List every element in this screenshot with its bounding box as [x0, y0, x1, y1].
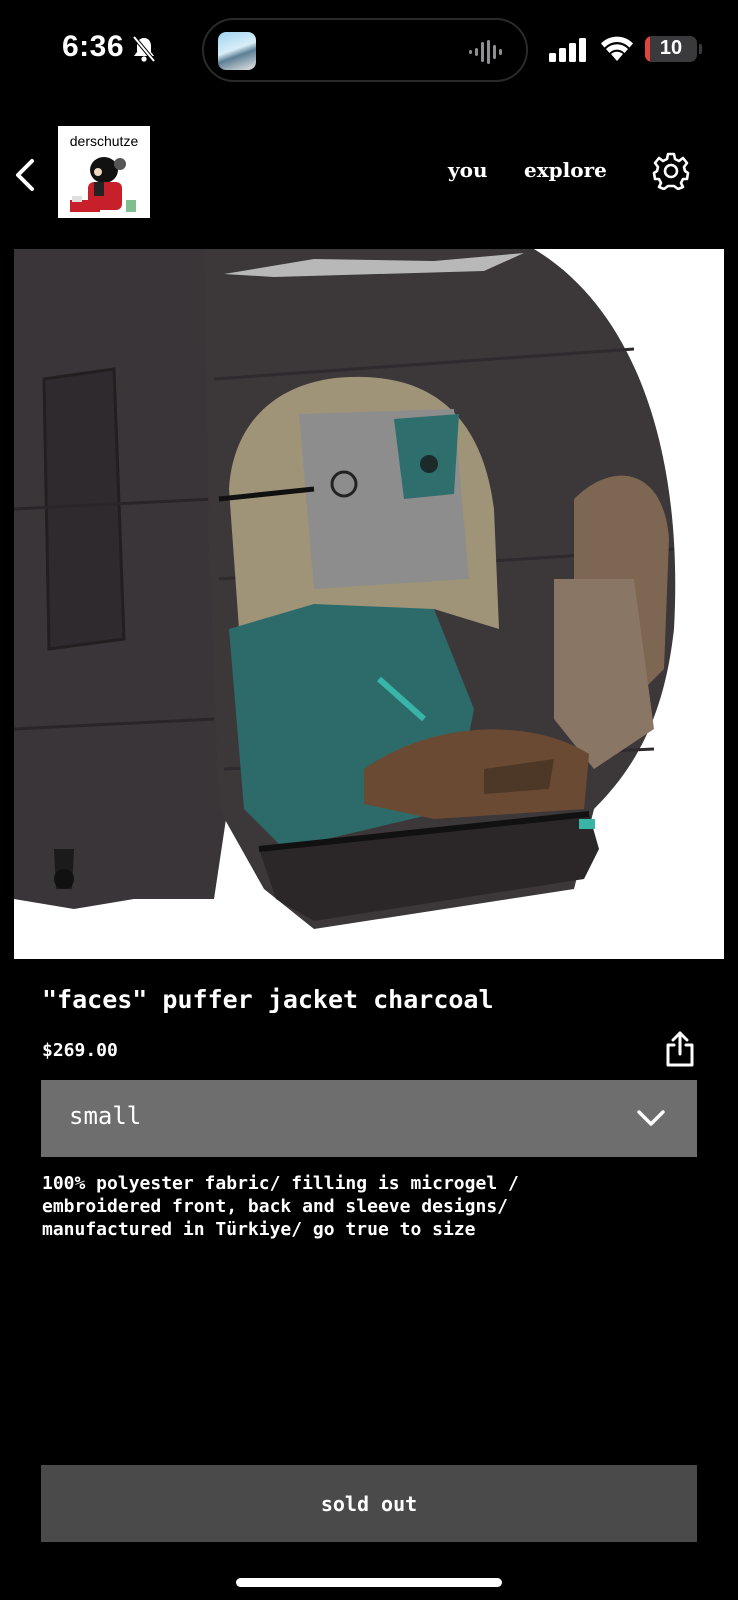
nav-explore-link[interactable]: explore: [524, 158, 607, 182]
product-image[interactable]: [14, 249, 724, 959]
share-icon[interactable]: [664, 1030, 696, 1068]
chevron-down-icon: [637, 1110, 665, 1126]
home-indicator[interactable]: [236, 1578, 502, 1587]
cellular-signal-icon: [549, 38, 586, 62]
bell-slash-icon: [132, 36, 156, 62]
wifi-icon: [601, 36, 633, 61]
size-select[interactable]: small: [41, 1080, 697, 1157]
product-price: $269.00: [42, 1040, 118, 1061]
store-logo[interactable]: derschutze: [58, 126, 150, 218]
waveform-icon: [469, 40, 502, 64]
gear-icon[interactable]: [652, 152, 690, 190]
status-bar: 6:36 10: [0, 0, 738, 100]
battery-percent: 10: [659, 37, 683, 59]
dynamic-island[interactable]: [202, 18, 528, 82]
product-title: "faces" puffer jacket charcoal: [42, 985, 494, 1014]
jacket-sleeve-illustration: [14, 249, 724, 959]
battery-cap: [699, 44, 702, 54]
status-time: 6:36: [62, 30, 125, 63]
battery-icon: 10: [645, 36, 697, 62]
chevron-left-icon[interactable]: [8, 155, 48, 195]
store-name: derschutze: [69, 133, 139, 149]
sold-out-button[interactable]: sold out: [41, 1465, 697, 1542]
nav-you-link[interactable]: you: [448, 158, 488, 182]
store-logo-illustration: [70, 157, 136, 212]
now-playing-thumbnail: [218, 32, 256, 70]
product-description: 100% polyester fabric/ filling is microg…: [42, 1173, 519, 1240]
size-selected-value: small: [69, 1102, 142, 1130]
